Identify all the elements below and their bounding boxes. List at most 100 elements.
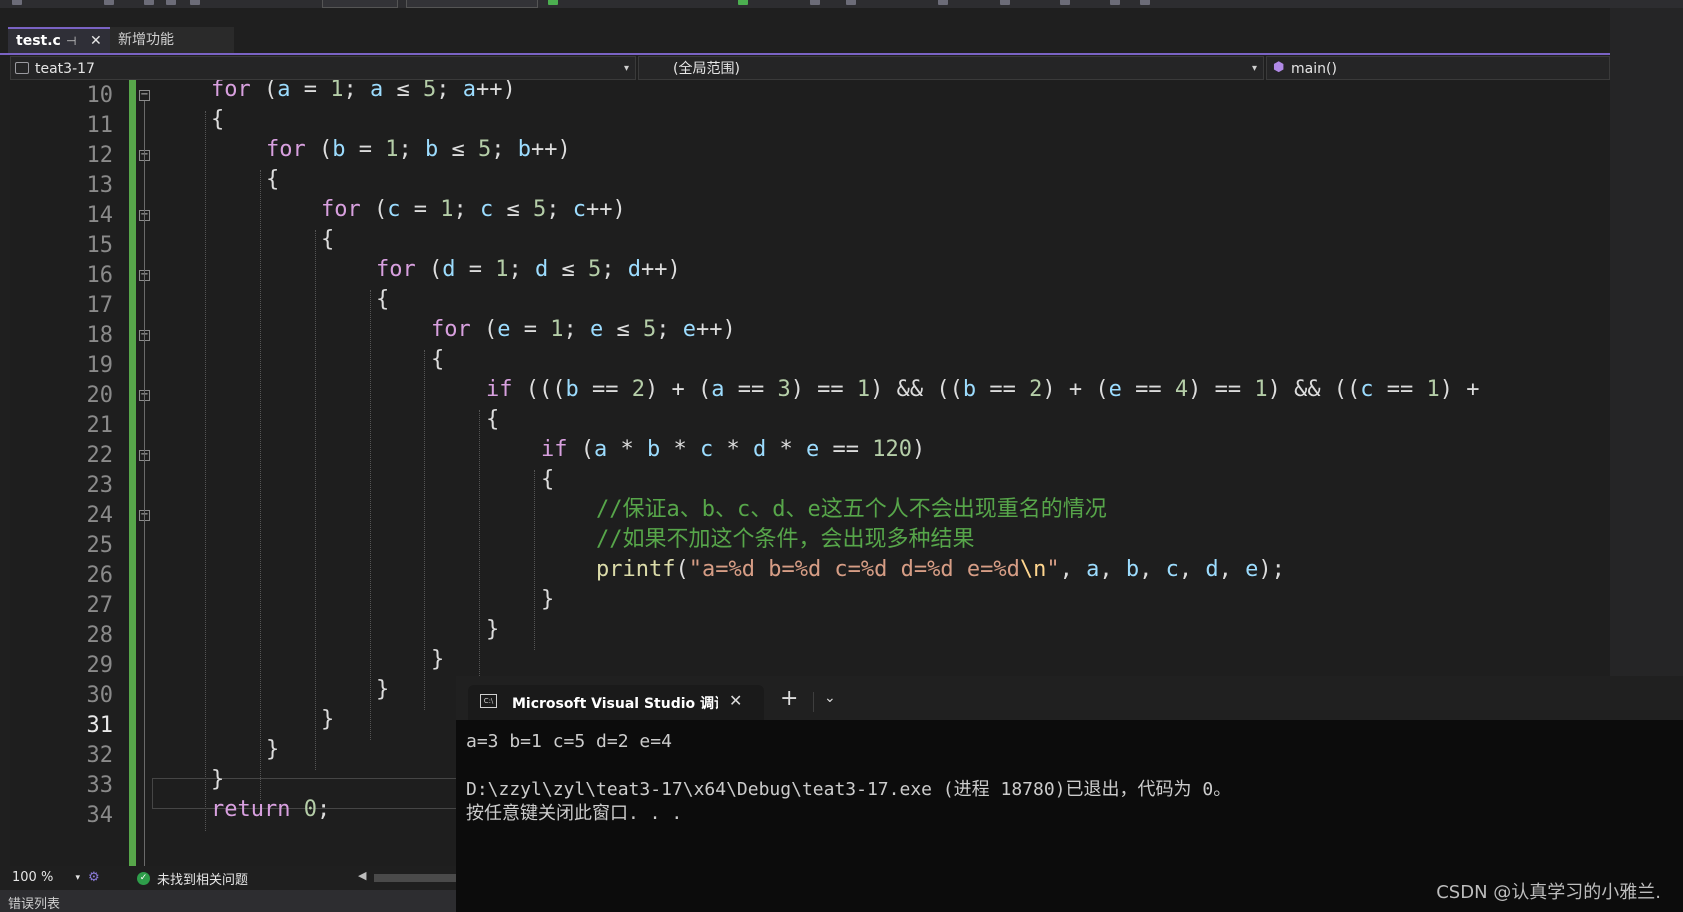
line-number: 20 (86, 383, 114, 408)
function-dropdown[interactable]: ⬢ main() (1266, 56, 1610, 80)
error-list-label: 错误列表 (8, 897, 61, 912)
debug-tools-icon[interactable] (810, 0, 820, 5)
chevron-down-icon: ▾ (1251, 63, 1257, 74)
tab-label: 新增功能 (118, 32, 174, 48)
fold-toggle-icon[interactable]: − (139, 90, 150, 101)
close-icon[interactable]: ✕ (90, 29, 102, 53)
console-tab-strip: C:\ Microsoft Visual Studio 调试控制台 ✕ + ⌄ (456, 676, 1683, 720)
zoom-level: 100 % (12, 870, 54, 885)
new-file-icon[interactable] (104, 0, 114, 5)
horizontal-scrollbar[interactable] (374, 874, 456, 882)
code-line-27: } (541, 587, 555, 612)
format-icon[interactable] (938, 0, 948, 5)
line-number: 17 (86, 293, 114, 318)
back-icon[interactable] (12, 0, 22, 5)
line-number: 24 (86, 503, 114, 528)
code-line-15: { (321, 227, 335, 252)
line-number: 29 (86, 653, 114, 678)
function-label: main() (1291, 61, 1337, 77)
pin-icon[interactable]: ⊣ (66, 29, 76, 53)
bookmark-prev-icon[interactable] (1140, 0, 1150, 5)
code-line-11: { (211, 107, 225, 132)
code-line-16: for (d = 1; d ≤ 5; d++) (376, 257, 681, 282)
line-number: 30 (86, 683, 114, 708)
line-number: 19 (86, 353, 114, 378)
code-line-30: } (376, 677, 390, 702)
chevron-down-icon: ▾ (623, 63, 629, 74)
zoom-dropdown[interactable]: 100 % ▾ (10, 868, 84, 888)
current-line-number: 31 (86, 713, 114, 738)
fold-region-line (144, 101, 145, 866)
indent-guide (260, 170, 261, 800)
code-line-10: for (a = 1; a ≤ 5; a++) (211, 80, 516, 102)
line-number: 13 (86, 173, 114, 198)
toolbar (0, 0, 1610, 8)
save-all-icon[interactable] (190, 0, 200, 5)
scope-dropdown[interactable]: (全局范围) ▾ (638, 56, 1264, 80)
code-line-33: } (211, 767, 225, 792)
code-comment: //如果不加这个条件，会出现多种结果 (596, 527, 975, 552)
terminal-icon: C:\ (480, 694, 497, 708)
watermark: CSDN @认真学习的小雅兰. (1436, 882, 1661, 903)
indent-guide (424, 350, 425, 710)
console-tab[interactable]: C:\ Microsoft Visual Studio 调试控制台 ✕ (468, 685, 764, 720)
line-number: 26 (86, 563, 114, 588)
code-line-29: } (431, 647, 445, 672)
console-line: D:\zzyl\zyl\teat3-17\x64\Debug\teat3-17.… (466, 779, 1232, 800)
line-number: 12 (86, 143, 114, 168)
run-icon[interactable] (548, 0, 558, 5)
line-number: 11 (86, 113, 114, 138)
change-tracking-bar (129, 80, 136, 866)
code-line-22: if (a * b * c * d * e == 120) (541, 437, 926, 462)
code-line-23: { (541, 467, 555, 492)
tab-test-c[interactable]: test.c ⊣ ✕ (8, 27, 110, 53)
code-line-34: return 0; (211, 797, 331, 822)
console-line: a=3 b=1 c=5 d=2 e=4 (466, 731, 672, 752)
debug-console-window: C:\ Microsoft Visual Studio 调试控制台 ✕ + ⌄ … (456, 676, 1683, 912)
configuration-dropdown[interactable] (322, 0, 398, 8)
indent-guide (205, 111, 206, 831)
tab-divider (813, 692, 814, 712)
navigation-bar: teat3-17 ▾ (全局范围) ▾ ⬢ main() (10, 56, 1610, 80)
error-list-tab[interactable]: 错误列表 (0, 890, 456, 912)
line-number: 21 (86, 413, 114, 438)
function-cube-icon: ⬢ (1273, 60, 1285, 75)
line-number: 10 (86, 83, 114, 108)
line-number: 16 (86, 263, 114, 288)
tab-label: test.c (16, 33, 61, 49)
diagnostics-icon[interactable] (846, 0, 856, 5)
project-dropdown[interactable]: teat3-17 ▾ (10, 56, 636, 80)
code-comment: //保证a、b、c、d、e这五个人不会出现重名的情况 (596, 497, 1107, 522)
copilot-icon[interactable]: ⚙ (88, 870, 100, 885)
chevron-down-icon: ▾ (75, 873, 80, 883)
scroll-left-icon[interactable]: ◀ (358, 869, 366, 882)
line-number: 14 (86, 203, 114, 228)
code-line-18: for (e = 1; e ≤ 5; e++) (431, 317, 736, 342)
line-number: 32 (86, 743, 114, 768)
right-panel-strip (1610, 0, 1683, 676)
code-line-13: { (266, 167, 280, 192)
line-number: 28 (86, 623, 114, 648)
new-tab-plus-icon[interactable]: + (780, 686, 798, 711)
console-output[interactable]: a=3 b=1 c=5 d=2 e=4 D:\zzyl\zyl\teat3-17… (466, 730, 1231, 826)
bookmark-next-icon[interactable] (1110, 0, 1120, 5)
line-number: 27 (86, 593, 114, 618)
code-line-17: { (376, 287, 390, 312)
indent-guide (315, 230, 316, 770)
bookmark-icon[interactable] (1060, 0, 1070, 5)
close-icon[interactable]: ✕ (729, 691, 742, 710)
indent-icon[interactable] (1000, 0, 1010, 5)
save-icon[interactable] (166, 0, 176, 5)
indent-guide (370, 290, 371, 740)
start-without-debug-icon[interactable] (738, 0, 748, 5)
issues-status[interactable]: 未找到相关问题 (157, 869, 248, 888)
console-line: 按任意键关闭此窗口. . . (466, 803, 683, 824)
code-line-26: printf("a=%d b=%d c=%d d=%d e=%d\n", a, … (596, 557, 1285, 582)
open-icon[interactable] (144, 0, 154, 5)
chevron-down-icon[interactable]: ⌄ (824, 690, 836, 706)
tab-new-features[interactable]: 新增功能 (110, 27, 234, 53)
platform-dropdown[interactable] (406, 0, 538, 8)
scope-label: (全局范围) (673, 61, 740, 77)
line-number: 23 (86, 473, 114, 498)
line-number: 18 (86, 323, 114, 348)
